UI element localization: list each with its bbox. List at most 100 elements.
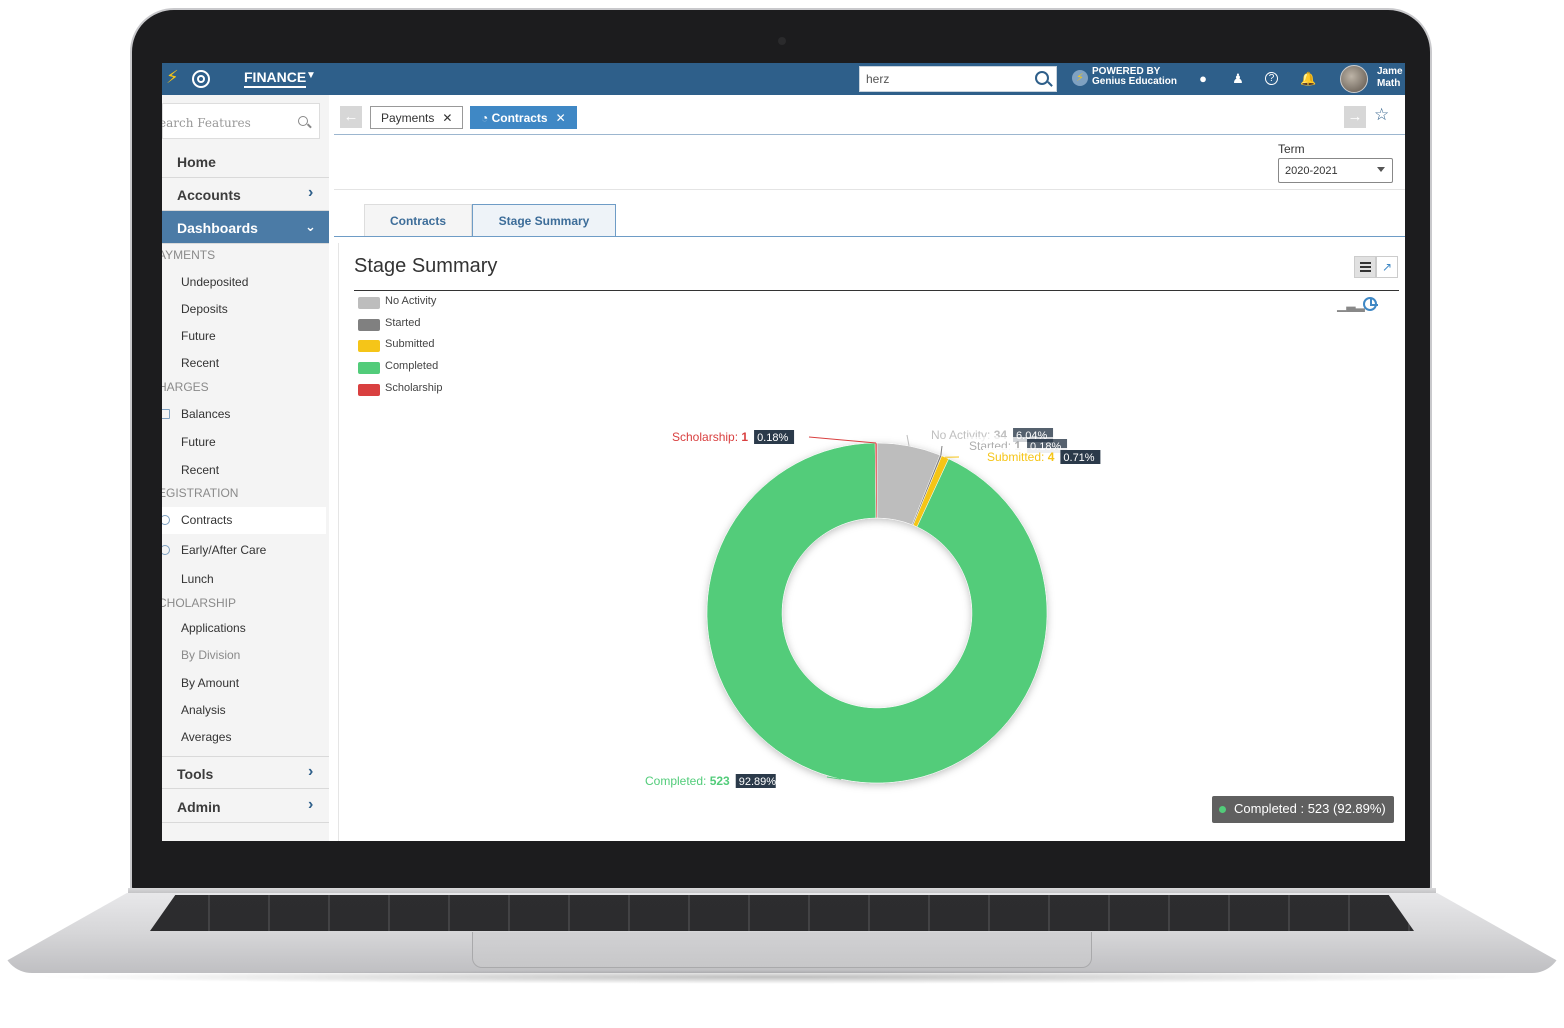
sidebar-item-future-charges[interactable]: Future bbox=[181, 435, 216, 449]
section-header-charges: HARGES bbox=[162, 380, 209, 394]
sidebar-item-by-division[interactable]: By Division bbox=[181, 648, 240, 662]
sidebar-item-analysis[interactable]: Analysis bbox=[181, 703, 226, 717]
user-name[interactable]: Jame Math bbox=[1377, 66, 1403, 90]
sidebar-item-recent-payments[interactable]: Recent bbox=[181, 356, 219, 370]
data-label-text: Submitted: 4 bbox=[987, 450, 1055, 464]
sidebar-item-label: Home bbox=[177, 154, 216, 170]
data-label-text: Completed: 523 bbox=[645, 774, 730, 788]
chevron-down-icon: ⌄ bbox=[305, 219, 316, 234]
data-label: Scholarship: 1 0.18% bbox=[668, 428, 799, 446]
section-header-payments: AYMENTS bbox=[162, 248, 216, 262]
top-navbar: ⚡ FINANCE ▼ herz ⚡ POWERED BY Genius Edu… bbox=[162, 63, 1405, 95]
sidebar-item-dashboards[interactable]: Dashboards ⌄ bbox=[162, 211, 329, 244]
data-label-value: 1 bbox=[741, 430, 748, 444]
sidebar-item-accounts[interactable]: Accounts › bbox=[162, 178, 329, 211]
section-header-registration: EGISTRATION bbox=[162, 486, 239, 500]
search-icon[interactable] bbox=[1035, 71, 1049, 85]
sidebar-item-label: Accounts bbox=[177, 187, 241, 203]
gauge-icon: ◔ bbox=[481, 111, 492, 125]
sidebar-item-home[interactable]: Home bbox=[162, 145, 329, 178]
data-label-value: 4 bbox=[1048, 450, 1055, 464]
sidebar-item-tools[interactable]: Tools › bbox=[162, 756, 329, 789]
tab-contracts[interactable]: ◔ Contracts ✕ bbox=[470, 106, 577, 129]
sidebar-item-future-payments[interactable]: Future bbox=[181, 329, 216, 343]
sidebar-item-by-amount[interactable]: By Amount bbox=[181, 676, 239, 690]
sidebar-item-admin[interactable]: Admin › bbox=[162, 790, 329, 823]
user-name-line2: Math bbox=[1377, 78, 1401, 89]
data-label: Submitted: 4 0.71% bbox=[983, 448, 1105, 466]
data-label-percent: 92.89% bbox=[739, 776, 777, 788]
section-header-scholarship: CHOLARSHIP bbox=[162, 596, 237, 610]
data-label-text: Scholarship: 1 bbox=[672, 430, 748, 444]
chevron-right-icon: › bbox=[308, 796, 314, 813]
support-icon[interactable]: ♟ bbox=[1230, 71, 1246, 87]
genius-logo-icon: ⚡ bbox=[1072, 70, 1088, 86]
module-dropdown[interactable]: FINANCE bbox=[244, 69, 307, 88]
global-search-input[interactable]: herz bbox=[859, 66, 1057, 92]
data-label: Completed: 523 92.89% bbox=[641, 772, 780, 790]
sidebar-item-label: Tools bbox=[177, 766, 214, 782]
stage-summary-panel: Stage Summary ↗ ▁▃▂ No Activity Started Su… bbox=[338, 243, 1405, 841]
powered-by-line2: Genius Education bbox=[1092, 76, 1178, 87]
sidebar-item-label: Admin bbox=[177, 799, 221, 815]
tab-label: Payments bbox=[381, 111, 435, 125]
label-connector bbox=[906, 434, 910, 447]
sidebar-item-contracts[interactable]: Contracts bbox=[181, 513, 232, 527]
target-icon[interactable] bbox=[192, 70, 210, 88]
chart-tooltip: Completed : 523 (92.89%) bbox=[1212, 796, 1394, 823]
sidebar-item-deposits[interactable]: Deposits bbox=[181, 302, 228, 316]
camera bbox=[778, 37, 786, 45]
app-screen: ⚡ FINANCE ▼ herz ⚡ POWERED BY Genius Edu… bbox=[162, 63, 1405, 841]
feature-search-placeholder: earch Features bbox=[162, 116, 251, 130]
sidebar-item-recent-charges[interactable]: Recent bbox=[181, 463, 219, 477]
tooltip-dot bbox=[1219, 806, 1226, 813]
data-label-percent: 0.18% bbox=[757, 432, 788, 444]
subtab-underline bbox=[334, 236, 1405, 237]
subtab-stage-summary[interactable]: Stage Summary bbox=[472, 204, 616, 237]
lightning-logo-icon[interactable]: ⚡ bbox=[166, 67, 179, 88]
caret-down-icon[interactable]: ▼ bbox=[306, 70, 316, 81]
back-arrow-icon[interactable]: ← bbox=[340, 106, 362, 128]
close-icon[interactable]: ✕ bbox=[442, 111, 452, 125]
tooltip-text: Completed : 523 (92.89%) bbox=[1234, 801, 1386, 816]
chevron-right-icon: › bbox=[308, 763, 314, 780]
sidebar-item-undeposited[interactable]: Undeposited bbox=[181, 275, 248, 289]
powered-by-text: POWERED BY Genius Education bbox=[1092, 67, 1177, 87]
tab-label: Contracts bbox=[491, 111, 548, 125]
document-icon bbox=[162, 409, 170, 419]
star-icon[interactable]: ☆ bbox=[1374, 105, 1389, 125]
donut-chart: Scholarship: 1 0.18% No Activity: 34 6.04%S… bbox=[641, 426, 1105, 790]
term-select[interactable]: 2020-2021 bbox=[1278, 158, 1393, 183]
laptop-mockup: ⚡ FINANCE ▼ herz ⚡ POWERED BY Genius Edu… bbox=[0, 0, 1564, 1028]
divider bbox=[334, 189, 1405, 190]
sidebar-item-label: Dashboards bbox=[177, 220, 258, 236]
sidebar-item-early-after-care[interactable]: Early/After Care bbox=[181, 543, 266, 557]
chat-icon[interactable]: ● bbox=[1195, 71, 1211, 87]
help-icon[interactable]: ? bbox=[1265, 72, 1278, 85]
caret-down-icon[interactable] bbox=[1377, 167, 1385, 172]
search-icon[interactable] bbox=[298, 116, 308, 126]
laptop-shadow bbox=[30, 970, 1534, 984]
data-label-value: 523 bbox=[710, 774, 730, 788]
chevron-right-icon: › bbox=[308, 184, 314, 201]
sidebar-item-averages[interactable]: Averages bbox=[181, 730, 231, 744]
sidebar-item-lunch[interactable]: Lunch bbox=[181, 572, 214, 586]
data-label-percent: 0.71% bbox=[1063, 452, 1094, 464]
tab-payments[interactable]: Payments ✕ bbox=[370, 106, 464, 129]
label-connector bbox=[940, 445, 943, 456]
open-tabs-bar: ← Payments ✕ ◔ Contracts ✕ → ☆ bbox=[334, 95, 1405, 135]
trackpad bbox=[472, 932, 1092, 968]
feature-search-input[interactable]: earch Features bbox=[162, 103, 320, 139]
sidebar-item-balances[interactable]: Balances bbox=[181, 407, 230, 421]
close-icon[interactable]: ✕ bbox=[556, 111, 566, 125]
user-name-line1: Jame bbox=[1377, 66, 1403, 77]
label-connector bbox=[808, 436, 877, 444]
term-label: Term bbox=[1278, 142, 1305, 156]
forward-arrow-icon[interactable]: → bbox=[1344, 106, 1366, 128]
bell-icon[interactable]: 🔔 bbox=[1300, 71, 1316, 87]
avatar[interactable] bbox=[1340, 65, 1368, 93]
sidebar-item-applications[interactable]: Applications bbox=[181, 621, 246, 635]
info-icon bbox=[162, 545, 170, 555]
keyboard bbox=[150, 895, 1414, 931]
subtab-contracts[interactable]: Contracts bbox=[364, 204, 472, 237]
